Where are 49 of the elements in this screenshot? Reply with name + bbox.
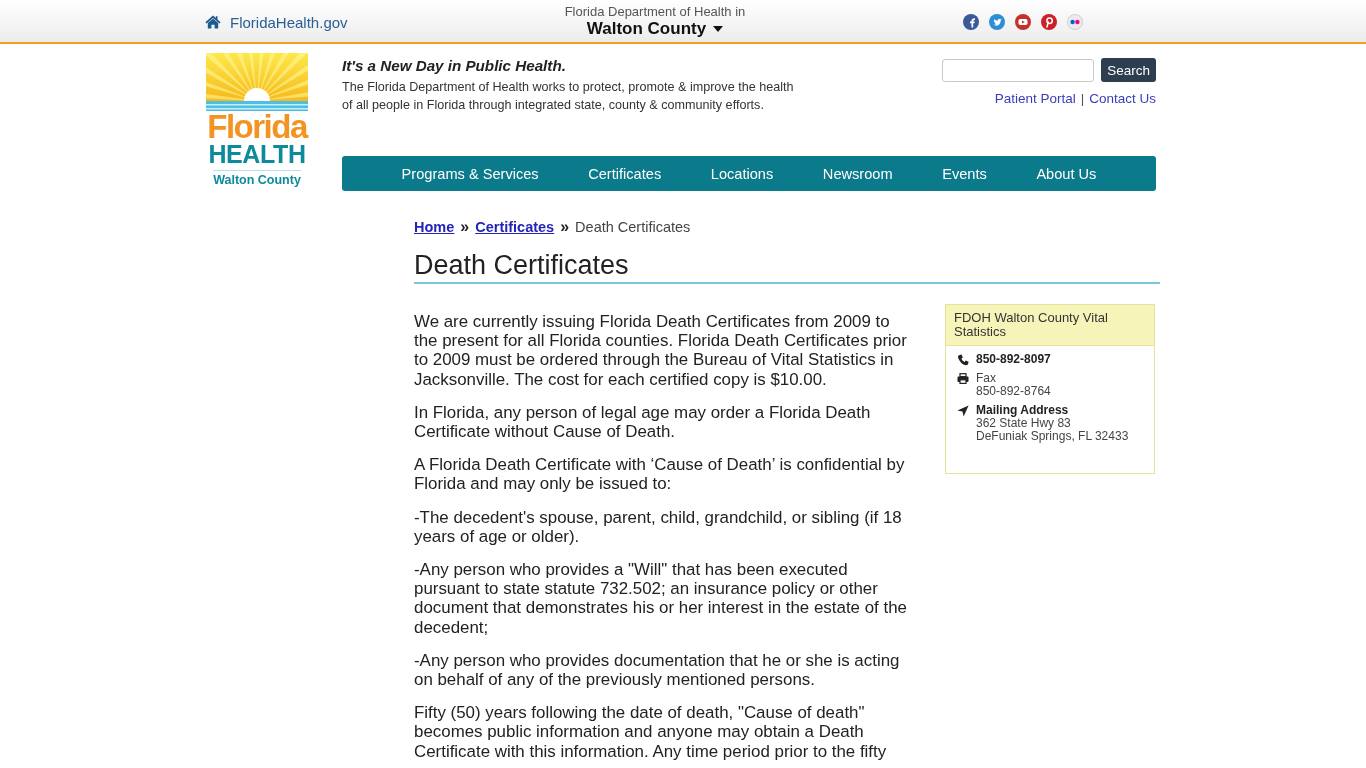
paragraph: We are currently issuing Florida Death Certificates from 2009 to the present for all Florida counties. Florida Death Certificates prior to 2009 must be ordered through the Bureau of Vital Statistics in Jacksonville. The cost for each certified copy is $10.00. <box>414 312 908 389</box>
paragraph: A Florida Death Certificate with ‘Cause of Death’ is confidential by Florida and may only be issued to: <box>414 455 906 494</box>
breadcrumb-link[interactable]: Certificates <box>475 218 555 236</box>
fax-number: 850-892-8764 <box>976 385 1051 398</box>
location-arrow-icon <box>957 405 969 417</box>
twitter-icon[interactable] <box>989 14 1005 30</box>
nav-link[interactable]: Newsroom <box>822 161 893 186</box>
youtube-icon[interactable] <box>1015 14 1031 30</box>
paragraph: In Florida, any person of legal age may order a Florida Death Certificate without Cause of Death. <box>414 402 872 442</box>
page-title: Death Certificates <box>414 249 629 282</box>
pinterest-icon[interactable] <box>1041 14 1057 30</box>
search-button[interactable]: Search <box>1101 58 1156 82</box>
paragraph: Fifty (50) years following the date of death, "Cause of death" becomes public information and anyone may obtain a Death Certificate with this information. Any time period prior to the fifty <box>414 703 888 761</box>
fax-label: Fax <box>976 372 996 385</box>
paragraph: -Any person who provides a "Will" that has been executed pursuant to state statute 732.502; an insurance policy or other document that demonstrates his or her interest in the estate of the decedent; <box>414 560 908 637</box>
facebook-icon[interactable] <box>963 14 979 30</box>
breadcrumb-link[interactable]: Home <box>414 218 455 236</box>
logo-text: Florida <box>207 111 307 142</box>
county-dropdown[interactable]: Walton County <box>586 18 724 39</box>
header-link[interactable]: Contact Us <box>1089 91 1156 107</box>
site-description: The Florida Department of Health works to protect, promote & improve the health of all people in Florida through integrated state, county & community efforts. <box>342 79 795 114</box>
nav-link[interactable]: Certificates <box>588 161 662 186</box>
phone-icon <box>957 354 969 366</box>
breadcrumb-separator: » <box>560 218 570 236</box>
flickr-icon[interactable] <box>1067 14 1083 30</box>
card-title: FDOH Walton County Vital Statistics <box>946 305 1154 346</box>
website-link[interactable]: FloridaHealth.gov <box>205 13 348 31</box>
nav-link[interactable]: Events <box>942 161 987 186</box>
breadcrumb-current: Death Certificates <box>575 218 691 236</box>
tagline: It's a New Day in Public Health. <box>342 57 567 75</box>
nav-link[interactable]: About Us <box>1036 161 1097 186</box>
address-line: DeFuniak Springs, FL 32433 <box>976 430 1129 443</box>
nav-link[interactable]: Locations <box>710 161 774 186</box>
logo-text: Walton County <box>213 170 301 187</box>
link-separator: | <box>1080 91 1085 107</box>
department-label: Florida Department of Health in <box>564 3 746 19</box>
address-label: Mailing Address <box>976 404 1069 417</box>
paragraph: -Any person who provides documentation that he or she is acting on behalf of any of the previously mentioned persons. <box>414 650 901 690</box>
header-link[interactable]: Patient Portal <box>994 91 1076 107</box>
printer-icon <box>957 373 969 384</box>
address-line: 362 State Hwy 83 <box>976 417 1071 430</box>
search-field[interactable] <box>942 58 1095 82</box>
paragraph: -The decedent's spouse, parent, child, grandchild, or sibling (if 18 years of age or older). <box>414 507 903 547</box>
caret-icon <box>713 25 724 32</box>
nav-link[interactable]: Programs & Services <box>401 161 539 186</box>
logo-text: HEALTH <box>208 142 306 167</box>
phone-number: 850-892-8097 <box>976 353 1051 366</box>
breadcrumb-separator: » <box>460 218 470 236</box>
home-icon <box>205 15 221 29</box>
